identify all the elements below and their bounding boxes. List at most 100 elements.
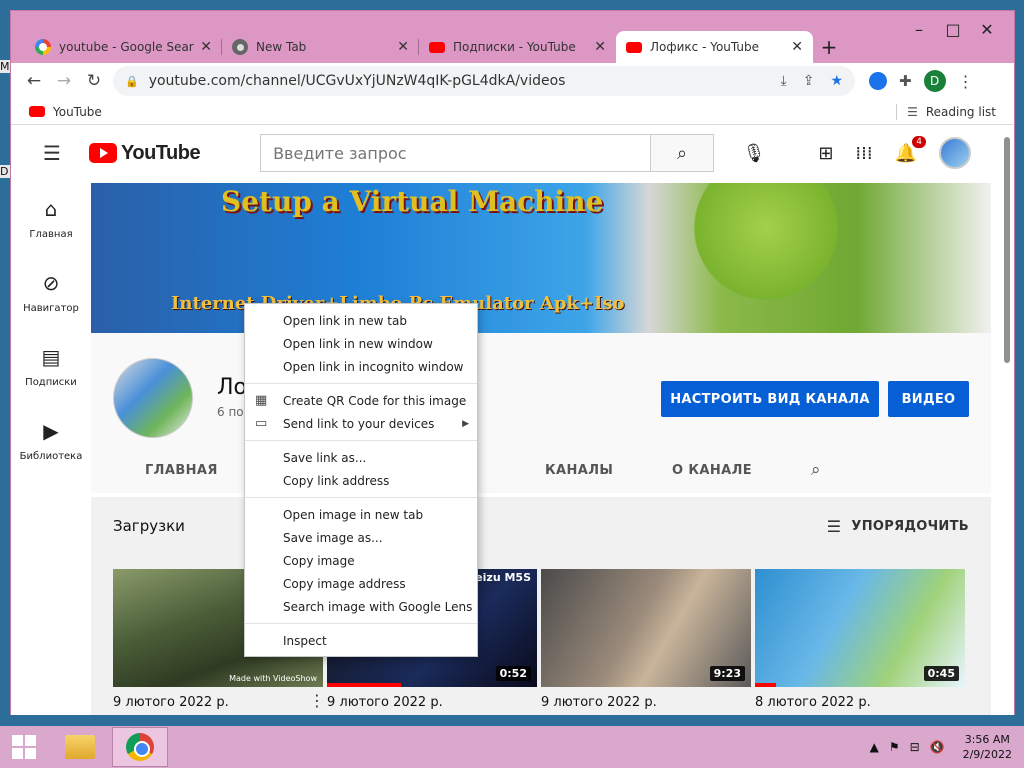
video-duration: 9:23 [709,666,745,681]
chrome-icon [232,39,248,55]
account-avatar[interactable] [939,137,971,169]
youtube-logo[interactable]: YouTube [89,142,201,165]
forward-button[interactable]: → [49,66,79,96]
context-menu-item[interactable]: Copy image [245,549,477,572]
tab-close-icon[interactable]: ✕ [397,39,409,55]
watch-progress-bar [755,683,776,687]
guide-item-library[interactable]: ▶ Библиотека [11,403,91,477]
menu-item-label: Copy image address [283,576,406,591]
close-window-button[interactable]: ✕ [970,17,1004,41]
menu-item-label: Open image in new tab [283,507,424,522]
guide-item-subscriptions[interactable]: ▤ Подписки [11,329,91,403]
extensions-puzzle-icon[interactable]: ✚ [899,72,912,90]
video-date: 9 лютого 2022 р. [327,695,443,710]
reload-button[interactable]: ↻ [79,66,109,96]
tab-subscriptions[interactable]: Подписки - YouTube ✕ [419,31,616,63]
context-menu-item[interactable]: Save image as... [245,526,477,549]
extension-icon[interactable] [869,72,887,90]
manage-videos-button[interactable]: ВИДЕО [888,381,969,417]
folder-icon [65,735,95,759]
video-thumbnail[interactable]: 9:23 [541,569,751,687]
install-icon[interactable]: ⤓ [781,73,787,89]
windows-taskbar: ▲ ⚑ ⊟ 🔇 3:56 AM 2/9/2022 [0,726,1024,768]
start-button[interactable] [0,726,48,768]
tab-about[interactable]: О КАНАЛЕ [672,463,752,478]
network-icon[interactable]: ⊟ [910,740,920,754]
subscriptions-icon: ▤ [41,344,61,369]
menu-item-label: Open link in new window [283,336,433,351]
share-icon[interactable]: ⇪ [803,73,815,89]
menu-item-label: Inspect [283,633,327,648]
google-g-icon [35,39,51,55]
channel-header: Ло 6 по НАСТРОИТЬ ВИД КАНАЛА ВИДЕО ГЛАВН… [91,333,991,493]
context-menu-item[interactable]: ▦ Create QR Code for this image [245,389,477,412]
tab-channels[interactable]: КАНАЛЫ [545,463,613,478]
video-thumbnail[interactable]: 0:45 [755,569,965,687]
action-center-flag-icon[interactable]: ⚑ [889,740,900,754]
context-menu-item[interactable]: Open link in new tab [245,309,477,332]
context-menu-item[interactable]: ▭ Send link to your devices ▶ [245,412,477,435]
taskbar-file-explorer[interactable] [52,727,108,767]
youtube-icon [29,106,45,117]
context-menu-item[interactable]: Open image in new tab [245,503,477,526]
tab-new-tab[interactable]: New Tab ✕ [222,31,419,63]
page-scrollbar[interactable] [1004,137,1010,363]
library-icon: ▶ [43,418,59,443]
tab-close-icon[interactable]: ✕ [594,39,606,55]
maximize-button[interactable]: □ [936,17,970,41]
tab-close-icon[interactable]: ✕ [791,39,803,55]
system-clock[interactable]: 3:56 AM 2/9/2022 [963,732,1012,762]
notifications-bell-icon[interactable]: 🔔 4 [895,134,927,164]
tab-label: youtube - Google Search [59,40,195,54]
search-input[interactable] [260,134,651,172]
subscriber-count: 6 по [217,405,244,419]
channel-search-icon[interactable]: ⌕ [811,460,821,480]
profile-avatar[interactable]: D [923,70,946,92]
tab-lofiks-active[interactable]: Лофикс - YouTube ✕ [616,31,813,63]
tab-close-icon[interactable]: ✕ [200,39,212,55]
guide-item-home[interactable]: ⌂ Главная [11,181,91,255]
tab-google-search[interactable]: youtube - Google Search ✕ [25,31,222,63]
chrome-icon [126,733,154,761]
new-tab-button[interactable]: + [813,31,845,63]
bookmark-youtube[interactable]: YouTube [53,105,102,119]
context-menu-item[interactable]: Open link in incognito window [245,355,477,378]
search-button[interactable]: ⌕ [650,134,715,172]
context-menu-item[interactable]: Save link as... [245,446,477,469]
context-menu-item[interactable]: Search image with Google Lens [245,595,477,618]
sort-button[interactable]: ☰ УПОРЯДОЧИТЬ [827,517,969,536]
address-bar[interactable]: 🔒 youtube.com/channel/UCGvUxYjUNzW4qIK-p… [113,66,855,96]
taskbar-chrome[interactable] [112,727,168,767]
customize-channel-button[interactable]: НАСТРОИТЬ ВИД КАНАЛА [661,381,879,417]
menu-item-label: Open link in new tab [283,313,407,328]
qr-code-icon: ▦ [255,393,268,408]
bookmark-star-icon[interactable]: ★ [830,73,843,89]
channel-name: Ло [217,375,248,400]
video-more-icon[interactable]: ⋮ [309,691,325,710]
tab-label: New Tab [256,40,307,54]
volume-muted-icon[interactable]: 🔇 [930,740,945,754]
apps-grid-icon[interactable]: ⁞⁞⁞ [855,143,872,164]
reading-list-icon: ☰ [907,104,918,119]
desktop-fragment: D [0,165,10,178]
hamburger-menu-icon[interactable]: ☰ [43,141,65,165]
voice-search-button[interactable]: 🎙 [736,135,772,171]
context-menu-item[interactable]: Open link in new window [245,332,477,355]
context-menu-item[interactable]: Inspect [245,629,477,652]
channel-avatar[interactable] [113,358,193,438]
reading-list[interactable]: ☰ Reading list [896,103,996,120]
tray-expand-icon[interactable]: ▲ [870,740,879,754]
back-button[interactable]: ← [19,66,49,96]
minimize-button[interactable]: – [902,17,936,41]
guide-label: Библиотека [19,450,83,462]
create-video-icon[interactable]: ⊞ [818,143,833,164]
watch-progress-bar [327,683,401,687]
context-menu-item[interactable]: Copy link address [245,469,477,492]
guide-item-explore[interactable]: ⊘ Навигатор [11,255,91,329]
menu-separator [245,623,477,624]
chrome-menu-icon[interactable]: ⋮ [958,72,974,91]
tab-home[interactable]: ГЛАВНАЯ [145,463,218,478]
context-menu-item[interactable]: Copy image address [245,572,477,595]
menu-separator [245,440,477,441]
channel-tabs: ГЛАВНАЯ КАНАЛЫ О КАНАЛЕ ⌕ [91,451,991,493]
